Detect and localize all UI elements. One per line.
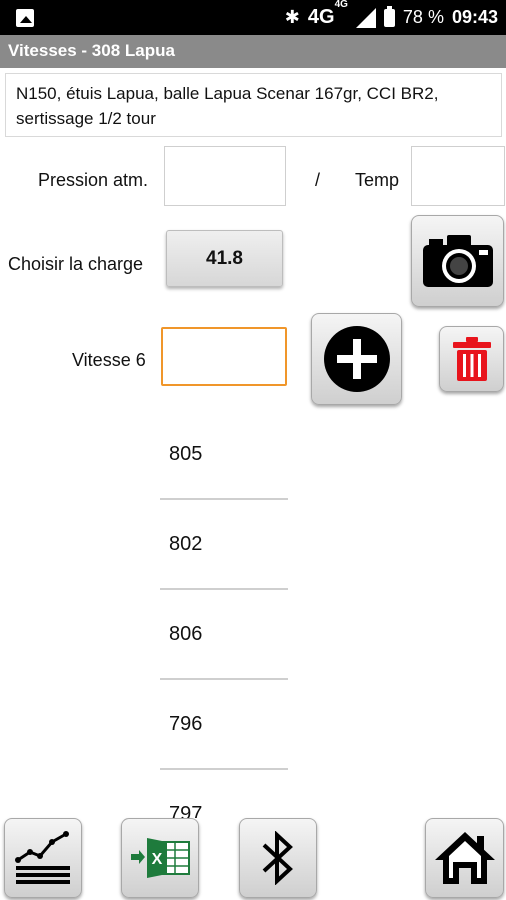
status-bar: ✱ 4G4G 78 % 09:43 <box>0 0 506 35</box>
image-notification-icon <box>16 9 34 27</box>
signal-icon <box>355 7 376 28</box>
velocity-input[interactable] <box>161 327 287 386</box>
bottom-toolbar: X <box>0 815 506 900</box>
bluetooth-button[interactable] <box>239 818 317 898</box>
list-item[interactable]: 805 <box>160 410 288 500</box>
charge-label: Choisir la charge <box>8 254 144 274</box>
battery-percent: 78 % <box>402 7 444 27</box>
add-velocity-button[interactable] <box>311 313 402 405</box>
separator: / <box>315 170 321 190</box>
list-item[interactable]: 797 <box>160 770 288 818</box>
bluetooth-status-icon: ✱ <box>284 7 300 27</box>
temp-input[interactable] <box>411 146 505 206</box>
trash-icon <box>452 337 491 381</box>
page-title: Vitesses - 308 Lapua <box>0 35 506 68</box>
charge-select-button[interactable]: 41.8 <box>166 230 283 287</box>
pressure-label: Pression atm. <box>38 170 149 190</box>
excel-export-button[interactable]: X <box>121 818 199 898</box>
chart-button[interactable] <box>4 818 82 898</box>
excel-export-icon: X <box>131 838 190 878</box>
velocity-list: 805 802 806 796 797 <box>160 410 288 818</box>
chart-icon <box>15 831 70 884</box>
home-button[interactable] <box>425 818 504 898</box>
home-icon <box>434 832 495 884</box>
bluetooth-icon <box>262 831 293 885</box>
delete-button[interactable] <box>439 326 504 392</box>
pressure-input[interactable] <box>164 146 286 206</box>
app-screen: ✱ 4G4G 78 % 09:43 Vitesses - 308 Lapua N… <box>0 0 506 900</box>
list-item[interactable]: 796 <box>160 680 288 770</box>
svg-text:X: X <box>152 851 163 868</box>
clock: 09:43 <box>451 7 498 27</box>
temp-label: Temp <box>355 170 400 190</box>
plus-circle-icon <box>323 326 390 392</box>
velocity-label: Vitesse 6 <box>72 350 146 370</box>
camera-icon <box>422 235 493 287</box>
camera-button[interactable] <box>411 215 504 307</box>
battery-icon <box>383 5 395 27</box>
load-description: N150, étuis Lapua, balle Lapua Scenar 16… <box>5 73 502 137</box>
list-item[interactable]: 806 <box>160 590 288 680</box>
list-item[interactable]: 802 <box>160 500 288 590</box>
status-icons: ✱ 4G4G 78 % 09:43 <box>285 0 498 35</box>
network-type: 4G4G <box>307 0 348 28</box>
